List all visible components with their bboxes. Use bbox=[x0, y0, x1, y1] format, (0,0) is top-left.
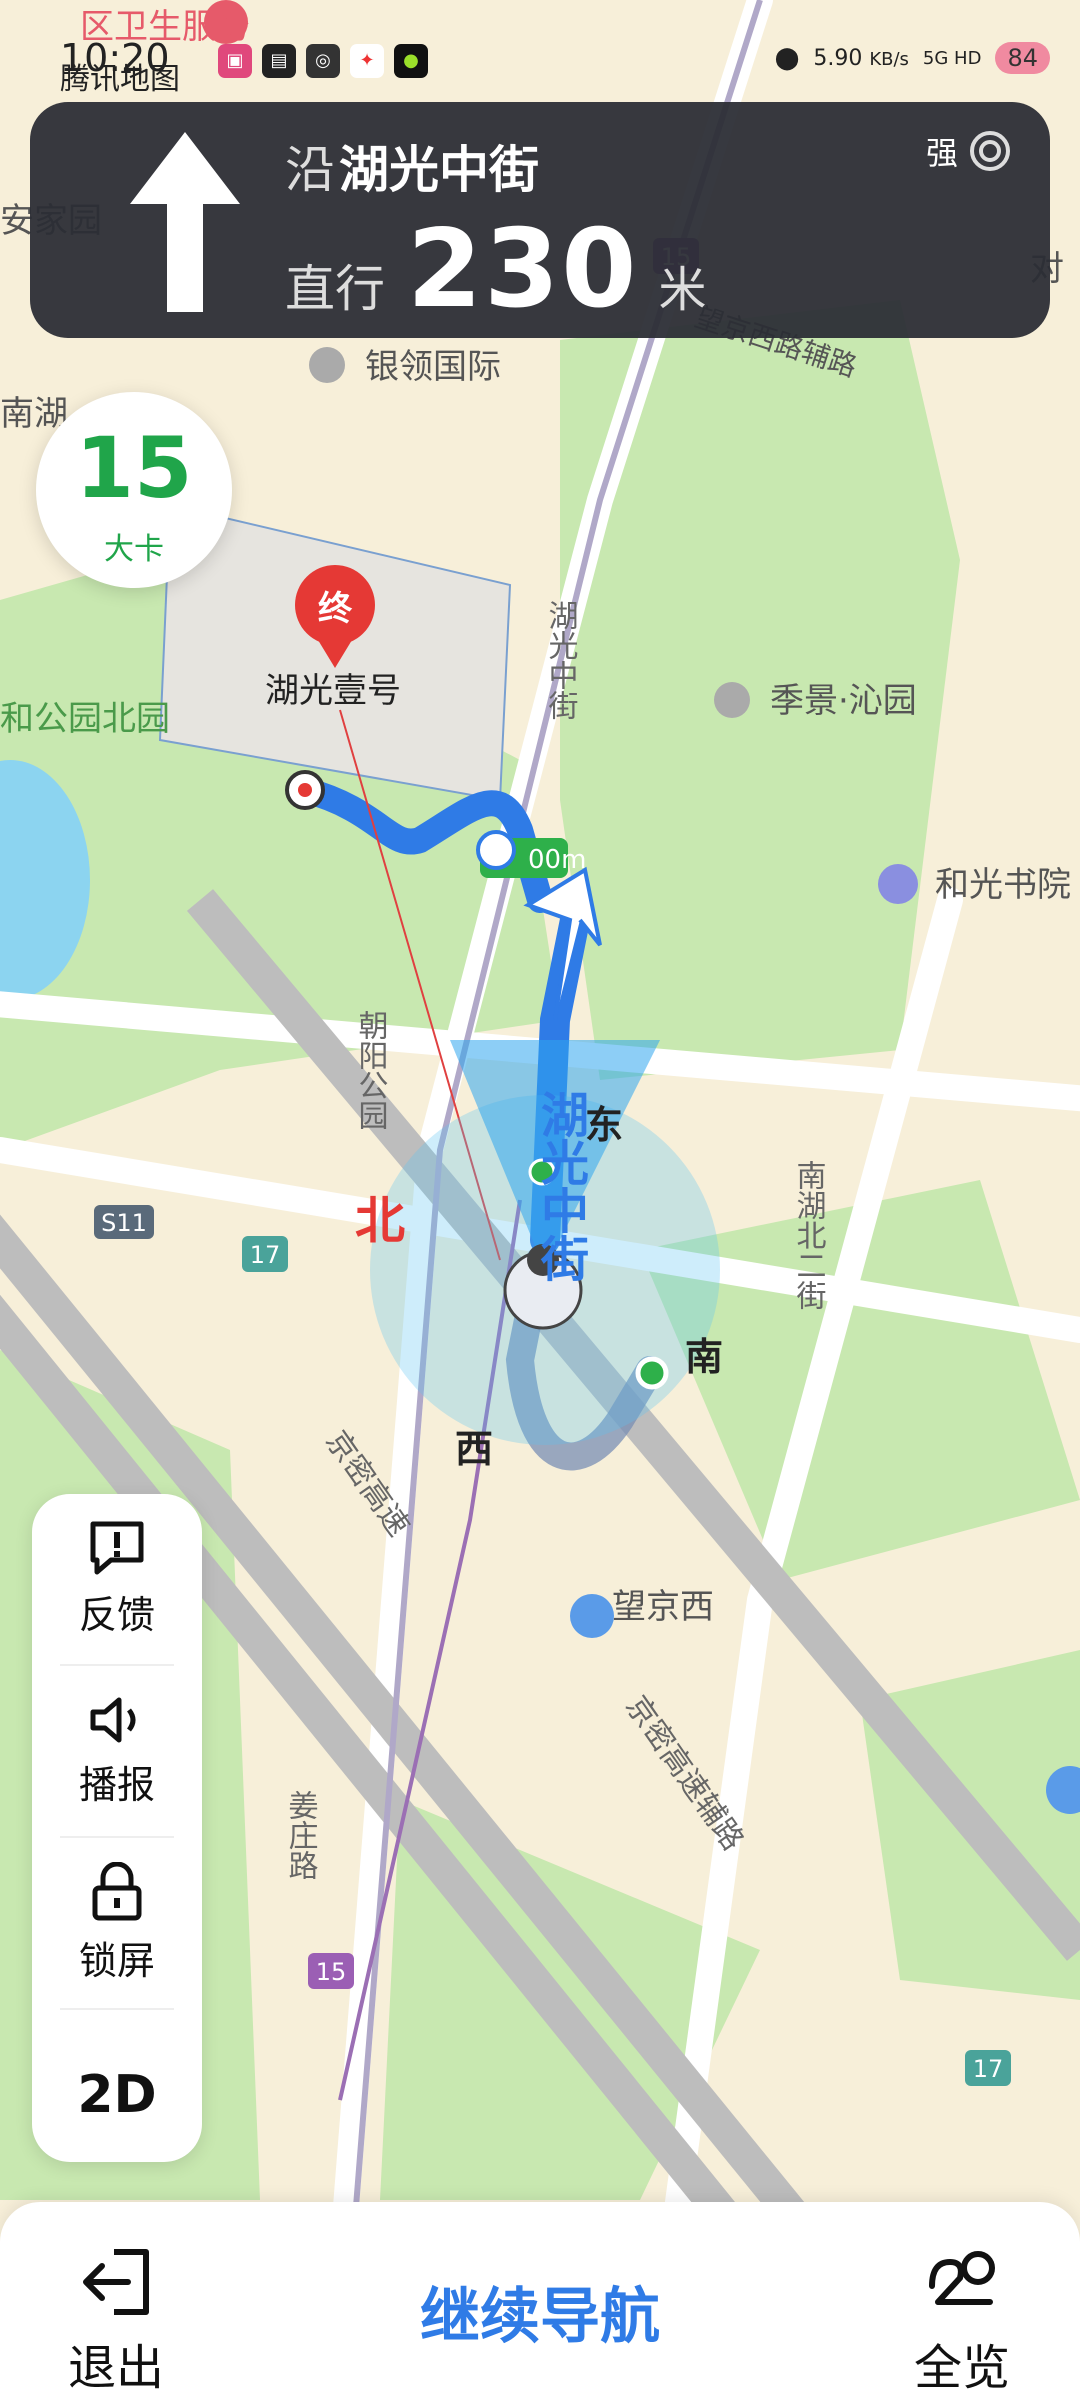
overview-button[interactable]: 全览 bbox=[892, 2246, 1032, 2398]
tool-panel: 反馈 播报 锁屏 2D bbox=[32, 1494, 202, 2162]
distance-value: 230 bbox=[407, 207, 639, 332]
speed-unit: 大卡 bbox=[104, 532, 164, 567]
location-icon: ⬤ bbox=[774, 45, 800, 71]
compass-west: 西 bbox=[455, 1427, 493, 1471]
current-road-label: 湖光中街 bbox=[532, 1090, 590, 1282]
broadcast-button[interactable]: 播报 bbox=[60, 1666, 174, 1838]
view-2d-button[interactable]: 2D bbox=[60, 2010, 174, 2180]
app-icon: ✦ bbox=[350, 44, 384, 78]
street-label: 姜庄路 bbox=[283, 1790, 318, 1880]
destination-label: 湖光壹号 bbox=[265, 671, 401, 711]
continue-navigation-button[interactable]: 继续导航 bbox=[340, 2268, 740, 2355]
building-icon bbox=[309, 347, 345, 383]
gps-signal: 强 bbox=[926, 128, 1012, 174]
speaker-icon bbox=[90, 1697, 136, 1742]
compass-south: 南 bbox=[685, 1335, 723, 1379]
compass-north: 北 bbox=[355, 1192, 405, 1250]
navigation-banner[interactable]: 沿湖光中街 直行 230 米 强 bbox=[30, 102, 1050, 338]
battery-indicator: 84 bbox=[995, 42, 1050, 74]
speed-badge: 15 大卡 bbox=[36, 392, 232, 588]
maneuver-action: 直行 bbox=[285, 260, 385, 318]
svg-text:15: 15 bbox=[316, 1958, 347, 1986]
straight-arrow-icon bbox=[130, 132, 240, 312]
street-label: 南湖北二街 bbox=[791, 1160, 827, 1310]
transit-icon bbox=[570, 1594, 614, 1638]
broadcast-label: 播报 bbox=[78, 1762, 155, 1807]
compass-east: 东 bbox=[585, 1103, 623, 1147]
map-label: 和公园北园 bbox=[0, 699, 170, 739]
overview-icon bbox=[929, 2251, 995, 2305]
building-icon bbox=[714, 682, 750, 718]
overview-label: 全览 bbox=[913, 2340, 1010, 2396]
bilibili-icon: ▣ bbox=[218, 44, 252, 78]
distance-unit: 米 bbox=[658, 262, 707, 318]
net-speed: 5.90 KB/s bbox=[813, 45, 909, 71]
speed-value: 15 bbox=[75, 419, 193, 517]
network-indicator: 5G HD bbox=[922, 47, 982, 69]
app-icon: ● bbox=[394, 44, 428, 78]
exit-label: 退出 bbox=[67, 2340, 164, 2396]
map-label: 银领国际 bbox=[365, 347, 501, 387]
svg-text:S11: S11 bbox=[101, 1209, 147, 1237]
lock-label: 锁屏 bbox=[78, 1938, 155, 1983]
app-watermark: 腾讯地图 bbox=[60, 62, 180, 97]
view-2d-label: 2D bbox=[77, 2065, 157, 2125]
app-icon: ▤ bbox=[262, 44, 296, 78]
distance-row: 直行 230 米 bbox=[285, 207, 706, 332]
feedback-button[interactable]: 反馈 bbox=[60, 1494, 174, 1666]
next-road: 沿湖光中街 bbox=[285, 141, 539, 199]
lock-icon bbox=[92, 1861, 142, 1920]
camera-icon bbox=[476, 830, 516, 870]
destination-marker-label: 终 bbox=[318, 589, 353, 629]
svg-text:17: 17 bbox=[250, 1241, 281, 1269]
route-distance-text: 00m bbox=[528, 845, 586, 875]
feedback-label: 反馈 bbox=[78, 1592, 155, 1637]
school-icon bbox=[878, 864, 918, 904]
compass-south-dot bbox=[635, 1356, 669, 1390]
street-label: 湖光中街 bbox=[543, 600, 579, 720]
lock-screen-button[interactable]: 锁屏 bbox=[60, 1838, 174, 2010]
map-label: 望京西 bbox=[612, 1587, 714, 1627]
map-label: 季景·沁园 bbox=[770, 681, 917, 721]
gps-signal-icon bbox=[970, 131, 1010, 171]
map-label: 和光书院 bbox=[935, 865, 1071, 905]
exit-button[interactable]: 退出 bbox=[46, 2246, 186, 2398]
taobao-icon: ◎ bbox=[306, 44, 340, 78]
bottom-bar: 退出 继续导航 全览 bbox=[0, 2202, 1080, 2408]
street-label: 朝阳公园 bbox=[353, 1010, 388, 1130]
svg-text:17: 17 bbox=[973, 2055, 1004, 2083]
exit-icon bbox=[83, 2249, 149, 2315]
feedback-icon bbox=[90, 1521, 144, 1574]
